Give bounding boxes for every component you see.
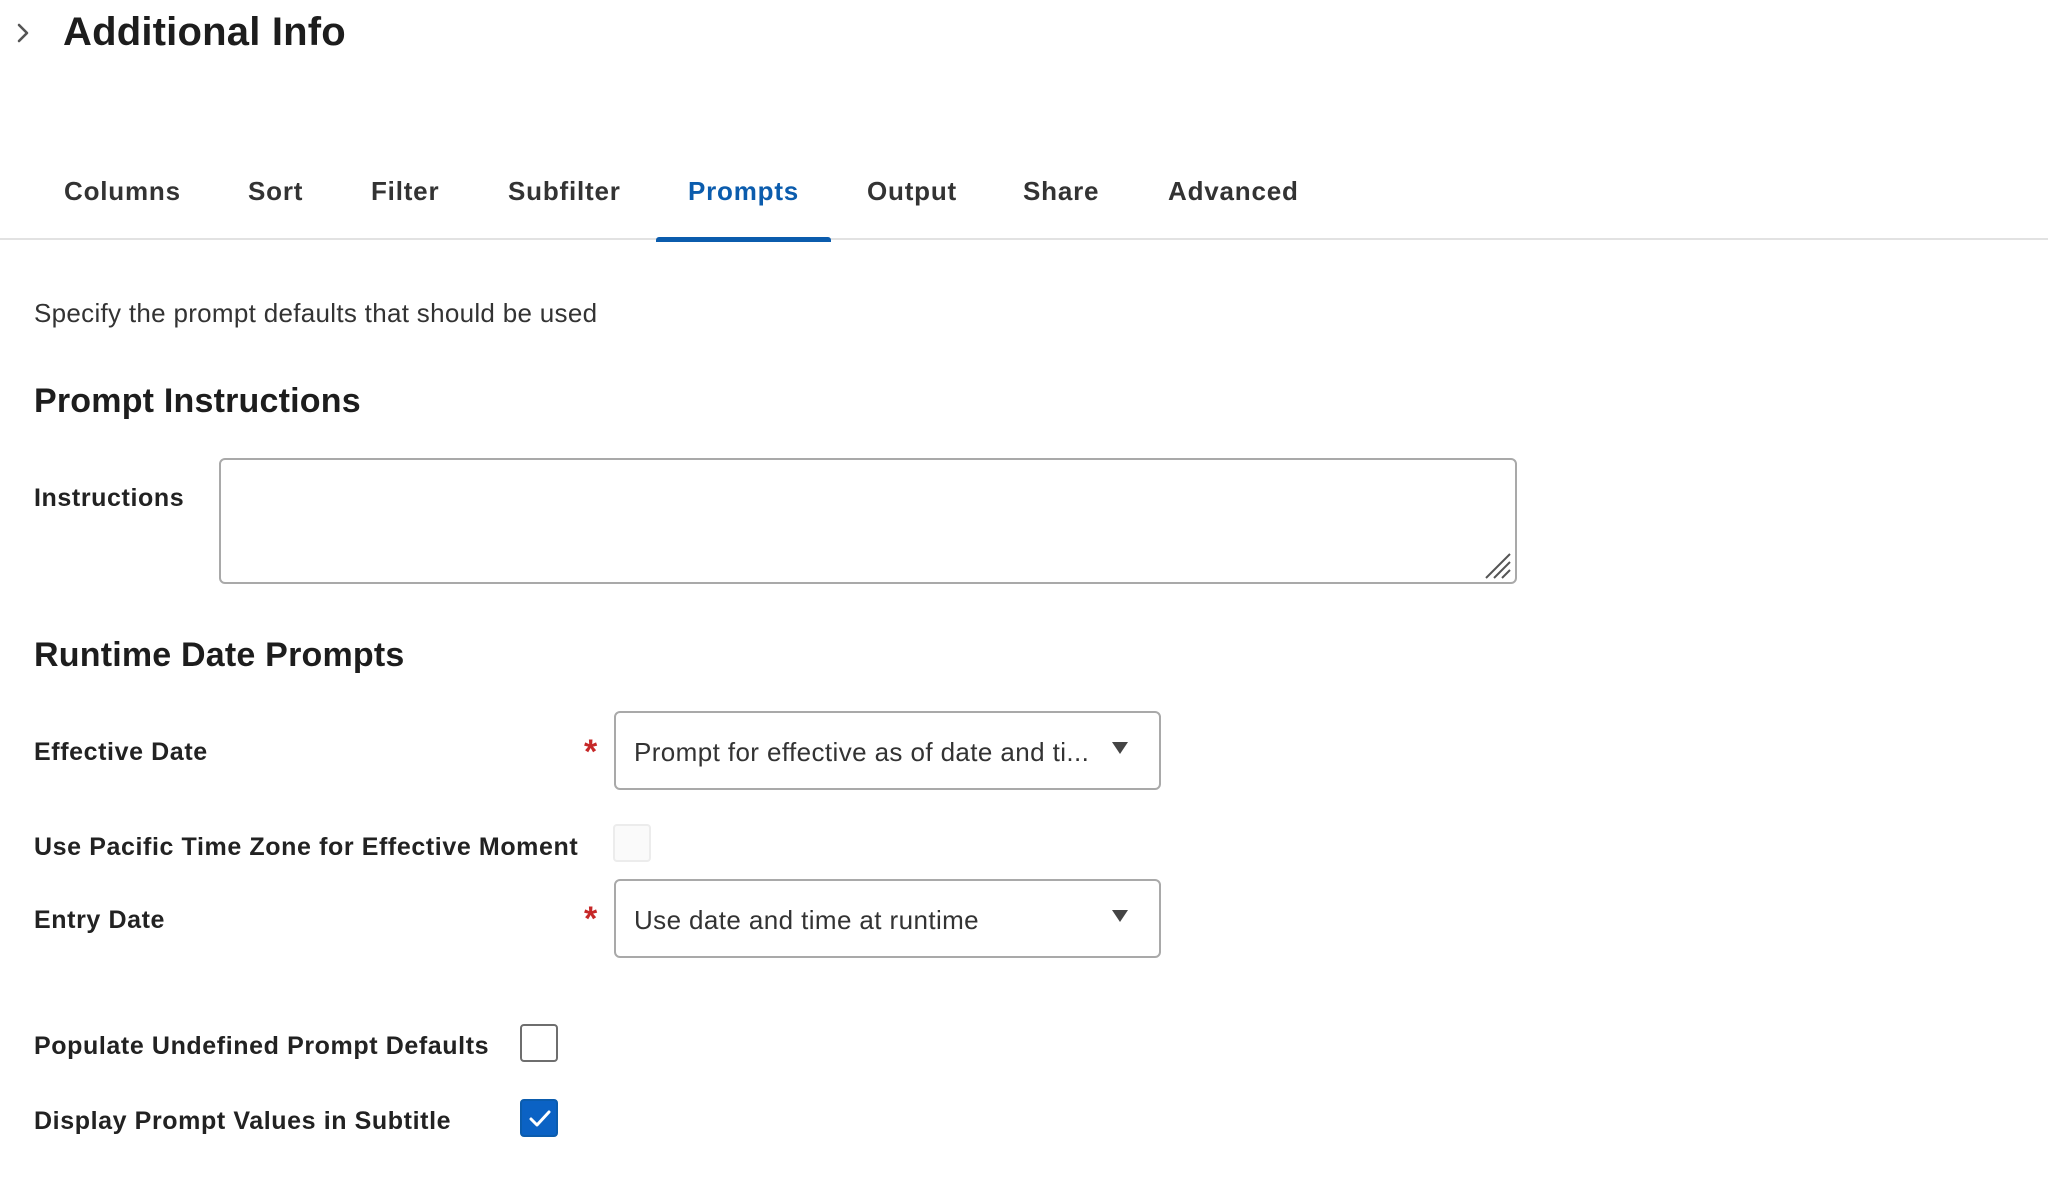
tab-output[interactable]: Output [867, 176, 957, 240]
page-title: Additional Info [63, 10, 346, 54]
instructions-label: Instructions [34, 484, 185, 512]
tab-subfilter[interactable]: Subfilter [508, 176, 621, 240]
tab-bar: Columns Sort Filter Subfilter Prompts Ou… [0, 160, 2048, 242]
section-header: Additional Info [0, 0, 2048, 70]
populate-undefined-checkbox[interactable] [520, 1024, 558, 1062]
pacific-time-zone-label: Use Pacific Time Zone for Effective Mome… [34, 833, 579, 861]
tab-sort[interactable]: Sort [248, 176, 303, 240]
required-marker: * [584, 900, 598, 938]
prompts-description: Specify the prompt defaults that should … [34, 298, 598, 328]
entry-date-value: Use date and time at runtime [634, 905, 980, 935]
effective-date-label: Effective Date [34, 738, 208, 766]
tab-columns[interactable]: Columns [64, 176, 181, 240]
tab-prompts[interactable]: Prompts [655, 176, 832, 242]
runtime-date-prompts-heading: Runtime Date Prompts [34, 636, 405, 674]
tab-filter[interactable]: Filter [371, 176, 439, 240]
caret-down-icon [1111, 909, 1129, 923]
report-editor-page: Additional Info Columns Sort Filter Subf… [0, 0, 2048, 1201]
resize-handle-icon[interactable] [1480, 548, 1512, 580]
effective-date-select[interactable]: Prompt for effective as of date and ti..… [614, 711, 1161, 790]
instructions-textarea[interactable] [219, 458, 1517, 584]
tab-share[interactable]: Share [1023, 176, 1099, 240]
populate-undefined-label: Populate Undefined Prompt Defaults [34, 1032, 490, 1060]
tab-advanced[interactable]: Advanced [1168, 176, 1299, 240]
entry-date-label: Entry Date [34, 906, 166, 934]
checkmark-icon [529, 1110, 551, 1127]
prompt-instructions-heading: Prompt Instructions [34, 382, 361, 420]
chevron-right-icon[interactable] [12, 22, 34, 44]
display-prompt-values-label: Display Prompt Values in Subtitle [34, 1107, 452, 1135]
effective-date-value: Prompt for effective as of date and ti..… [634, 737, 1090, 767]
display-prompt-values-checkbox[interactable] [520, 1099, 558, 1137]
caret-down-icon [1111, 741, 1129, 755]
required-marker: * [584, 733, 598, 771]
pacific-time-zone-checkbox[interactable] [613, 824, 651, 862]
entry-date-select[interactable]: Use date and time at runtime [614, 879, 1161, 958]
